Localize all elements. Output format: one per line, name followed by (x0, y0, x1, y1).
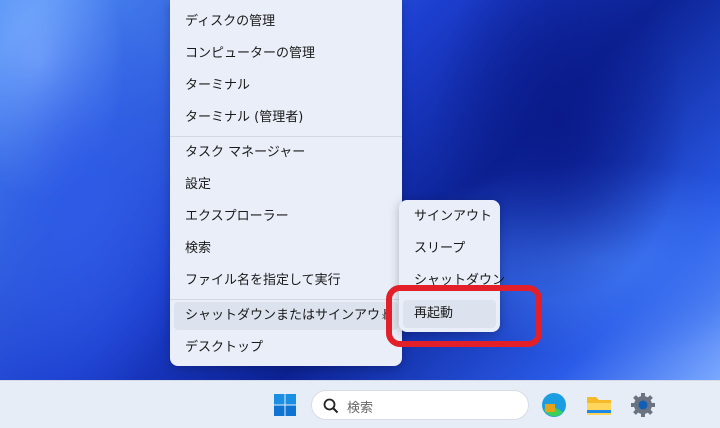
edge-browser-icon[interactable] (541, 392, 567, 422)
quick-link-menu: ディスクの管理 コンピューターの管理 ターミナル ターミナル (管理者) タスク… (170, 0, 402, 366)
menu-item-computer-management[interactable]: コンピューターの管理 (174, 40, 398, 68)
menu-divider (170, 136, 402, 137)
menu-item-terminal[interactable]: ターミナル (174, 72, 398, 100)
menu-item-label: シャットダウンまたはサインアウト (185, 308, 394, 323)
search-placeholder: 検索 (347, 401, 374, 416)
menu-item-task-manager[interactable]: タスク マネージャー (174, 139, 398, 167)
submenu-item-signout[interactable]: サインアウト (403, 203, 496, 231)
taskbar: 検索 (0, 380, 720, 428)
highlight-annotation (386, 285, 542, 347)
windows-start-icon[interactable] (274, 394, 296, 420)
menu-item-run[interactable]: ファイル名を指定して実行 (174, 267, 398, 295)
settings-gear-icon[interactable] (630, 392, 656, 422)
menu-item-shutdown-signout[interactable]: シャットダウンまたはサインアウト › (174, 302, 398, 330)
submenu-item-sleep[interactable]: スリープ (403, 235, 496, 263)
taskbar-search-box[interactable]: 検索 (311, 390, 529, 420)
menu-item-disk-management[interactable]: ディスクの管理 (174, 8, 398, 36)
menu-item-explorer[interactable]: エクスプローラー (174, 203, 398, 231)
menu-divider (170, 299, 402, 300)
menu-item-terminal-admin[interactable]: ターミナル (管理者) (174, 104, 398, 132)
search-icon (323, 398, 339, 414)
menu-item-settings[interactable]: 設定 (174, 171, 398, 199)
file-explorer-icon[interactable] (586, 394, 612, 420)
menu-item-search[interactable]: 検索 (174, 235, 398, 263)
menu-item-desktop[interactable]: デスクトップ (174, 334, 398, 362)
